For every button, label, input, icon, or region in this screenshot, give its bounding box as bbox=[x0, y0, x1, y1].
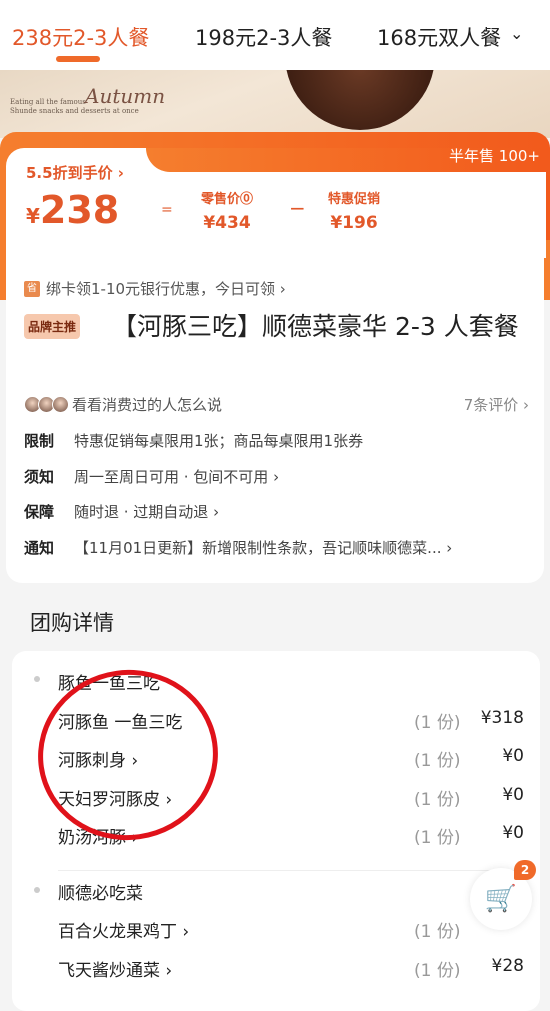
cart-badge: 2 bbox=[514, 860, 536, 880]
promo-label: 特惠促销 bbox=[328, 192, 381, 207]
banner-line2: Shunde snacks and desserts at once bbox=[10, 107, 139, 115]
reviewer-avatars bbox=[24, 396, 69, 413]
item-name: 百合火龙果鸡丁 › bbox=[58, 922, 190, 942]
list-item[interactable]: 百合火龙果鸡丁 › (1 份) bbox=[58, 917, 524, 942]
bowl-image bbox=[285, 70, 435, 130]
divider bbox=[58, 870, 524, 871]
save-icon: 省 bbox=[24, 280, 40, 297]
bullet bbox=[34, 676, 40, 682]
info-label: 须知 bbox=[24, 468, 55, 486]
item-price: ¥28 bbox=[491, 956, 524, 976]
group-title: 顺德必吃菜 bbox=[58, 884, 143, 904]
info-limit: 限制 特惠促销每桌限用1张；商品每桌限用1张券 bbox=[24, 430, 363, 451]
price-box: 5.5折到手价 › ¥238 = 零售价⓪ ¥434 − 特惠促销 ¥196 半年售… bbox=[6, 147, 546, 258]
item-name: 飞天酱炒通菜 › bbox=[58, 961, 173, 981]
minus-sign: − bbox=[289, 196, 306, 220]
bank-offer[interactable]: 省绑卡领1-10元银行优惠，今日可领 › bbox=[24, 278, 286, 299]
sales-count: 半年售 100+ bbox=[449, 147, 540, 165]
item-qty: (1 份) bbox=[414, 713, 461, 733]
active-tab-indicator bbox=[56, 56, 100, 62]
product-info-card: 省绑卡领1-10元银行优惠，今日可领 › 【河豚三吃】顺德菜豪华 2-3 人套餐… bbox=[6, 258, 544, 583]
final-price: ¥238 bbox=[26, 188, 119, 232]
item-price: ¥318 bbox=[480, 708, 524, 728]
item-qty: (1 份) bbox=[414, 922, 461, 942]
tab-238[interactable]: 238元2-3人餐 bbox=[12, 22, 149, 52]
bullet bbox=[34, 887, 40, 893]
tab-168[interactable]: 168元双人餐 bbox=[377, 22, 501, 52]
info-text: 随时退 · 过期自动退 › bbox=[74, 503, 220, 521]
section-title: 团购详情 bbox=[30, 611, 114, 635]
banner-script: Autumn bbox=[85, 84, 166, 108]
promo-value: ¥196 bbox=[330, 213, 378, 233]
item-price: ¥0 bbox=[502, 823, 524, 843]
equals-sign: = bbox=[161, 202, 173, 218]
item-qty: (1 份) bbox=[414, 828, 461, 848]
list-item[interactable]: 飞天酱炒通菜 › (1 份) ¥28 bbox=[58, 956, 524, 981]
promo-price: 特惠促销 ¥196 bbox=[328, 188, 380, 233]
product-title: 【河豚三吃】顺德菜豪华 2-3 人套餐 bbox=[112, 312, 519, 341]
item-price: ¥0 bbox=[502, 785, 524, 805]
retail-label[interactable]: 零售价⓪ bbox=[201, 188, 253, 207]
discount-link[interactable]: 5.5折到手价 › bbox=[26, 162, 124, 183]
item-qty: (1 份) bbox=[414, 751, 461, 771]
avatar bbox=[52, 396, 69, 413]
bank-offer-text: 绑卡领1-10元银行优惠，今日可领 › bbox=[46, 280, 286, 298]
retail-value: ¥434 bbox=[203, 213, 251, 233]
info-announcement[interactable]: 通知 【11月01日更新】新增限制性条款，吾记顺味顺德菜... › bbox=[24, 537, 452, 558]
retail-price: 零售价⓪ ¥434 bbox=[201, 188, 253, 233]
item-qty: (1 份) bbox=[414, 790, 461, 810]
info-label: 通知 bbox=[24, 539, 55, 557]
package-tabs: 238元2-3人餐 198元2-3人餐 168元双人餐 ⌄ bbox=[0, 0, 550, 70]
brand-badge: 品牌主推 bbox=[24, 314, 81, 339]
final-price-value: 238 bbox=[39, 188, 120, 232]
info-text: 周一至周日可用 · 包间不可用 › bbox=[74, 468, 280, 486]
item-qty: (1 份) bbox=[414, 961, 461, 981]
info-text: 特惠促销每桌限用1张；商品每桌限用1张券 bbox=[74, 432, 364, 450]
banner-image: Eating all the famous Shunde snacks and d… bbox=[0, 70, 550, 138]
tab-198[interactable]: 198元2-3人餐 bbox=[195, 22, 332, 52]
item-price: ¥0 bbox=[502, 746, 524, 766]
info-label: 限制 bbox=[24, 432, 55, 450]
info-notice[interactable]: 须知 周一至周日可用 · 包间不可用 › bbox=[24, 466, 279, 487]
reviews-prompt: 看看消费过的人怎么说 bbox=[72, 396, 223, 414]
chevron-down-icon[interactable]: ⌄ bbox=[510, 24, 536, 50]
info-guarantee[interactable]: 保障 随时退 · 过期自动退 › bbox=[24, 501, 219, 522]
info-label: 保障 bbox=[24, 503, 55, 521]
info-text: 【11月01日更新】新增限制性条款，吾记顺味顺德菜... › bbox=[74, 539, 453, 557]
reviews-row[interactable]: 看看消费过的人怎么说 7条评价 › bbox=[24, 394, 529, 415]
reviews-count-link[interactable]: 7条评价 › bbox=[464, 394, 529, 415]
currency: ¥ bbox=[26, 204, 40, 228]
